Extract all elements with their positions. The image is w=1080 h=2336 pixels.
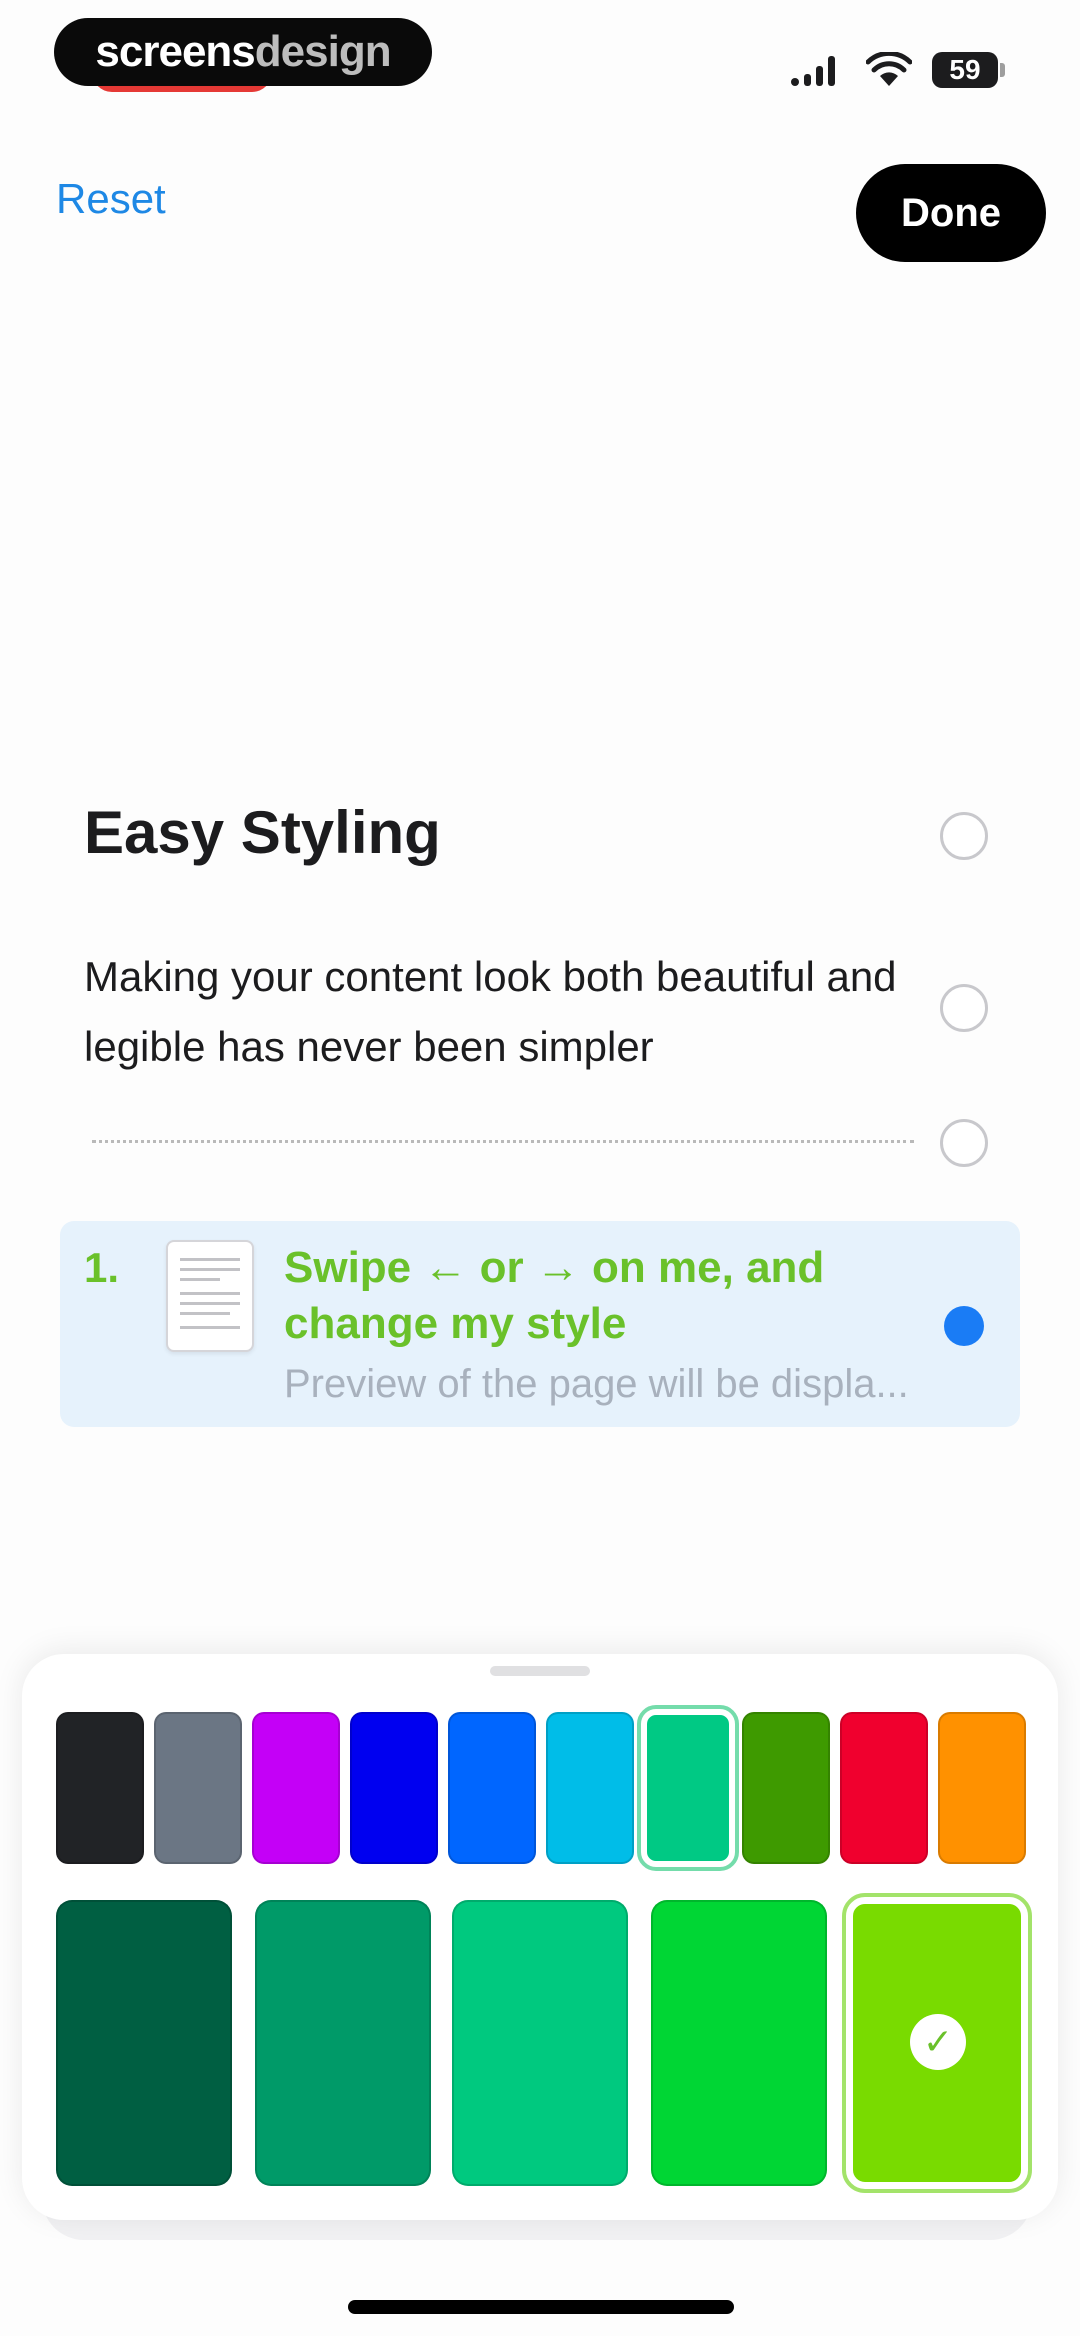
battery-icon: 59: [932, 52, 998, 88]
dotted-divider: [92, 1140, 914, 1143]
list-item-number: 1.: [84, 1244, 120, 1291]
color-swatch-azure[interactable]: [448, 1712, 536, 1864]
color-swatch-red[interactable]: [840, 1712, 928, 1864]
color-swatch-sky[interactable]: [546, 1712, 634, 1864]
shade-swatch-2[interactable]: [255, 1900, 431, 2186]
shade-swatch-4[interactable]: [651, 1900, 827, 2186]
color-swatch-black[interactable]: [56, 1712, 144, 1864]
cellular-signal-icon: [791, 56, 835, 86]
shade-swatch-1[interactable]: [56, 1900, 232, 2186]
selected-check-icon: ✓: [910, 2014, 966, 2070]
color-swatch-mint[interactable]: [637, 1705, 739, 1871]
list-item-title: Swipe ← or → on me, and change my style: [284, 1243, 825, 1348]
color-swatch-magenta[interactable]: [252, 1712, 340, 1864]
watermark-suffix: design: [254, 27, 392, 76]
heading-text: Easy Styling: [84, 799, 441, 866]
watermark-logo: screens design: [54, 18, 432, 86]
divider-select-radio[interactable]: [940, 1119, 988, 1167]
color-swatch-gray[interactable]: [154, 1712, 242, 1864]
shade-swatch-3[interactable]: [452, 1900, 628, 2186]
heading-select-radio[interactable]: [940, 812, 988, 860]
reset-button[interactable]: Reset: [56, 175, 166, 223]
screen: screens design 59 Reset Done Easy Styling…: [0, 0, 1080, 2336]
page-thumbnail-icon: [166, 1240, 254, 1352]
watermark-brand: screens: [95, 27, 255, 76]
paragraph-text: Making your content look both beautiful …: [84, 953, 897, 1070]
list-item-subtitle: Preview of the page will be displa...: [284, 1362, 909, 1406]
wifi-icon: [866, 52, 912, 86]
paragraph-select-radio[interactable]: [940, 984, 988, 1032]
color-swatch-green[interactable]: [742, 1712, 830, 1864]
battery-cap: [1000, 63, 1005, 77]
battery-level: 59: [949, 54, 981, 85]
color-swatch-blue[interactable]: [350, 1712, 438, 1864]
list-item-selected-radio[interactable]: [944, 1306, 984, 1346]
color-swatch-orange[interactable]: [938, 1712, 1026, 1864]
sheet-grabber[interactable]: [490, 1666, 590, 1676]
status-bar: screens design 59: [0, 0, 1080, 110]
home-indicator[interactable]: [348, 2300, 734, 2314]
done-button[interactable]: Done: [856, 164, 1046, 262]
